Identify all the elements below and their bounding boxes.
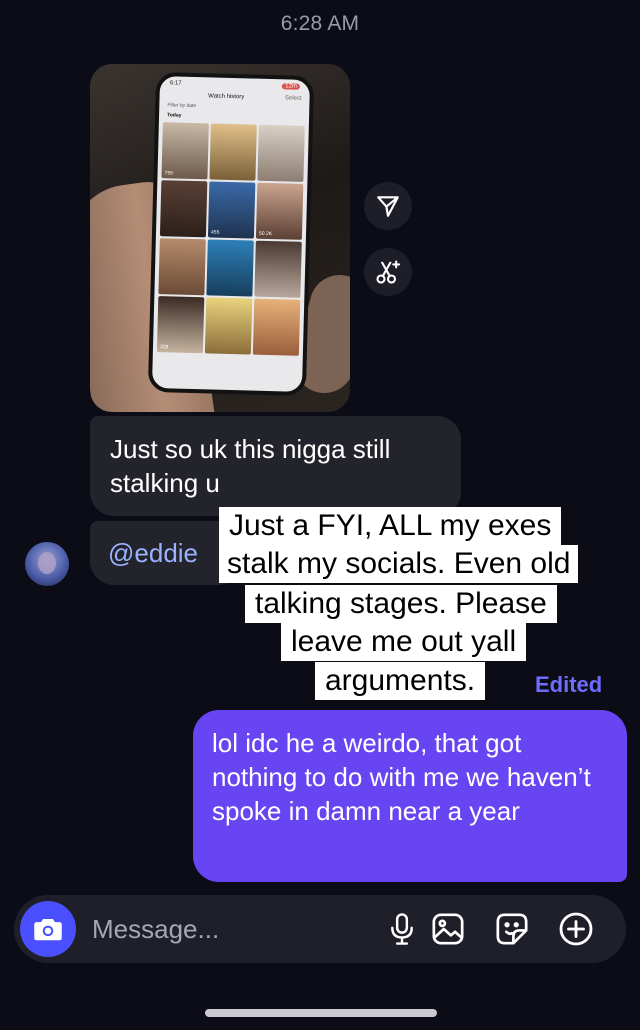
- camera-icon: [34, 919, 62, 941]
- home-indicator[interactable]: [205, 1009, 437, 1017]
- video-tile: 455: [207, 181, 256, 239]
- microphone-icon: [391, 913, 413, 945]
- phone-screenshot: 6:17 12m Watch history Select Filter by …: [147, 71, 315, 397]
- message-text: Just so uk this nigga still stalking u: [110, 434, 391, 498]
- incoming-message[interactable]: Just so uk this nigga still stalking u: [90, 416, 461, 516]
- remix-button[interactable]: [364, 248, 412, 296]
- tile-views: 50.2K: [258, 230, 273, 238]
- caption-line: leave me out yall: [281, 623, 527, 661]
- tile-views: 455: [210, 229, 220, 236]
- sticker-button[interactable]: [492, 909, 532, 949]
- tile-views: 755: [164, 170, 173, 177]
- timestamp: 6:28 AM: [280, 12, 360, 35]
- forward-button[interactable]: [364, 182, 412, 230]
- video-tile: [159, 180, 208, 238]
- phone-screen-title: Watch history: [208, 93, 245, 101]
- caption-line: talking stages. Please: [245, 585, 557, 623]
- video-tile: 328: [156, 296, 205, 354]
- gallery-icon: [432, 913, 464, 945]
- shared-photo[interactable]: 6:17 12m Watch history Select Filter by …: [90, 64, 350, 412]
- message-composer: [14, 895, 626, 963]
- remix-icon: [376, 260, 401, 284]
- mention-text[interactable]: @eddie: [108, 538, 198, 568]
- send-icon: [377, 196, 399, 217]
- phone-select-label: Select: [284, 95, 302, 102]
- sticker-icon: [496, 913, 528, 945]
- video-tile: [209, 123, 257, 181]
- outgoing-message[interactable]: lol idc he a weirdo, that got nothing to…: [193, 710, 627, 882]
- video-tile: 755: [161, 122, 209, 180]
- phone-video-grid: 755 455 50.2K 328: [153, 120, 309, 358]
- video-tile: [254, 240, 302, 298]
- caption-line: Just a FYI, ALL my exes: [219, 507, 562, 545]
- video-tile: [204, 297, 253, 355]
- add-icon: [559, 912, 593, 946]
- camera-button[interactable]: [20, 901, 76, 957]
- video-tile: 50.2K: [255, 182, 304, 240]
- video-tile: [252, 298, 301, 356]
- gallery-button[interactable]: [428, 909, 468, 949]
- add-button[interactable]: [556, 909, 596, 949]
- microphone-button[interactable]: [382, 909, 422, 949]
- phone-status-time: 6:17: [169, 80, 182, 87]
- caption-line: stalk my socials. Even old: [219, 545, 579, 583]
- caption-line: arguments.: [315, 662, 486, 700]
- video-tile: [158, 238, 206, 296]
- avatar[interactable]: [25, 542, 69, 586]
- video-tile: [257, 124, 305, 182]
- phone-status-pill: 12m: [282, 83, 300, 90]
- message-input[interactable]: [90, 912, 364, 946]
- message-text: lol idc he a weirdo, that got nothing to…: [212, 728, 591, 826]
- tile-views: 328: [159, 344, 169, 351]
- video-tile: [206, 239, 254, 297]
- edited-label[interactable]: Edited: [535, 672, 602, 698]
